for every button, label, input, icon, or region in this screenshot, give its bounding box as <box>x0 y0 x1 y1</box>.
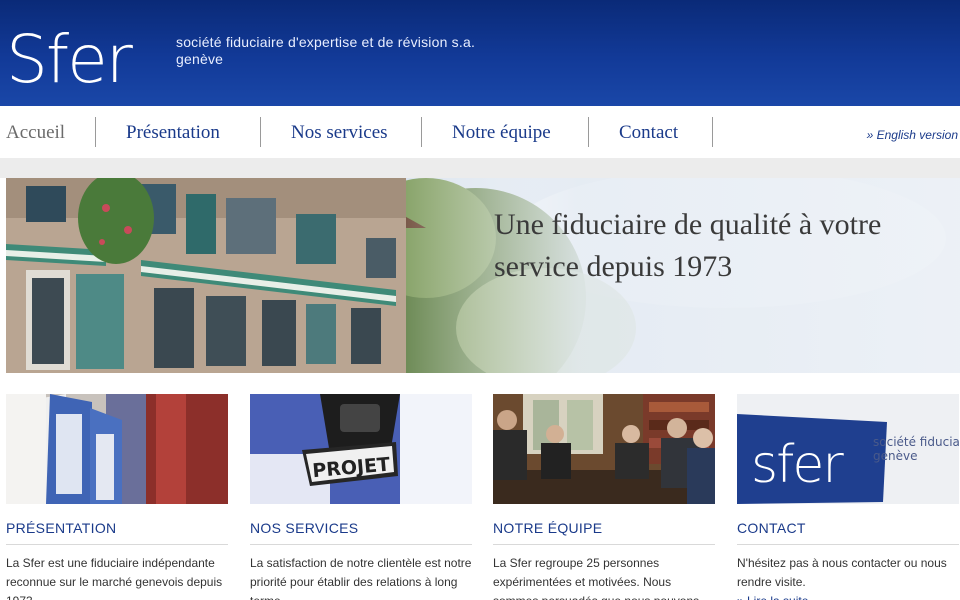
site-header: Sfer société fiduciaire d'expertise et d… <box>0 0 960 106</box>
hero-headline-line-2: service depuis 1973 <box>494 250 733 283</box>
card-contact: sfer société fiduciai genève CONTACT N'h… <box>737 394 959 600</box>
tagline-line-2: genève <box>176 51 224 67</box>
sfer-logo-mark: Sfer <box>6 21 136 98</box>
nav-separator <box>588 117 589 147</box>
nav-divider-band <box>0 158 960 178</box>
card-presentation: PRÉSENTATION La Sfer est une fiduciaire … <box>6 394 228 600</box>
english-version-link[interactable]: » English version <box>867 128 958 142</box>
nav-item-accueil[interactable]: Accueil <box>6 122 65 144</box>
hero-banner: Une fiduciaire de qualité à votre servic… <box>6 178 960 373</box>
binders-image[interactable] <box>6 394 228 504</box>
sfer-logo[interactable]: Sfer <box>6 20 166 102</box>
card-title[interactable]: PRÉSENTATION <box>6 520 228 545</box>
tagline-line-1: société fiduciaire d'expertise et de rév… <box>176 34 476 50</box>
sfer-sign-image[interactable]: sfer société fiduciai genève <box>737 394 959 504</box>
card-description: N'hésitez pas à nous contacter ou nous r… <box>737 556 947 589</box>
nav-separator <box>712 117 713 147</box>
nav-separator <box>95 117 96 147</box>
nav-separator <box>260 117 261 147</box>
nav-item-nos-services[interactable]: Nos services <box>291 122 388 144</box>
hero-headline-line-1: Une fiduciaire de qualité à votre <box>494 208 882 241</box>
card-description: La Sfer regroupe 25 personnes expériment… <box>493 556 699 600</box>
main-navigation: Accueil Présentation Nos services Notre … <box>0 106 960 158</box>
card-title[interactable]: NOTRE ÉQUIPE <box>493 520 715 545</box>
read-more-link[interactable]: » Lire la suite <box>737 592 959 600</box>
svg-text:société fiduciai: société fiduciai <box>873 435 959 449</box>
nav-item-notre-equipe[interactable]: Notre équipe <box>452 122 551 144</box>
svg-text:sfer: sfer <box>751 435 844 495</box>
stamp-image[interactable]: PROJET <box>250 394 472 504</box>
svg-text:genève: genève <box>873 449 917 463</box>
card-title[interactable]: NOS SERVICES <box>250 520 472 545</box>
card-description: La satisfaction de notre clientèle est n… <box>250 556 472 600</box>
svg-text:Sfer: Sfer <box>6 21 134 98</box>
team-meeting-image[interactable] <box>493 394 715 504</box>
sfer-sign-photo: sfer société fiduciai genève <box>737 394 959 504</box>
nav-separator <box>421 117 422 147</box>
card-nos-services: PROJET NOS SERVICES La satisfaction de n… <box>250 394 472 600</box>
card-notre-equipe: NOTRE ÉQUIPE La Sfer regroupe 25 personn… <box>493 394 715 600</box>
team-meeting-photo <box>493 394 715 504</box>
stamp-photo: PROJET <box>250 394 472 504</box>
nav-item-contact[interactable]: Contact <box>619 122 678 144</box>
company-tagline: société fiduciaire d'expertise et de rév… <box>176 34 475 68</box>
card-description: La Sfer est une fiduciaire indépendante … <box>6 556 223 600</box>
card-title[interactable]: CONTACT <box>737 520 959 545</box>
hero-headline: Une fiduciaire de qualité à votre servic… <box>494 204 954 288</box>
binders-photo <box>6 394 228 504</box>
nav-item-presentation[interactable]: Présentation <box>126 122 220 144</box>
